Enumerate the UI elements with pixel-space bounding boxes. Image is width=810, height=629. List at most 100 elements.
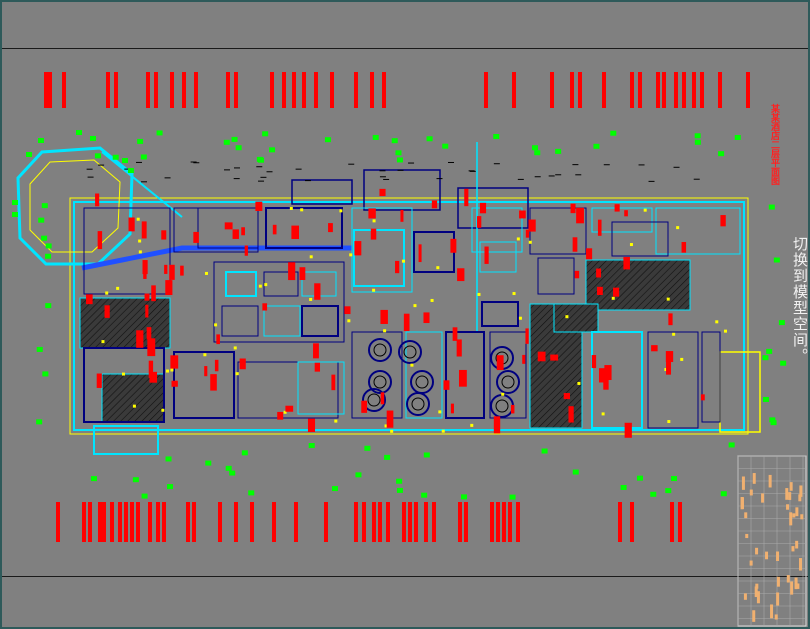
round-table xyxy=(490,394,514,418)
room-label xyxy=(456,339,462,357)
room-label xyxy=(146,327,152,340)
table-cell-text xyxy=(800,514,804,520)
round-table xyxy=(406,392,430,416)
room-label xyxy=(380,309,388,324)
room-label xyxy=(700,394,705,401)
drawing-title: 某某酒店二层平面图 xyxy=(769,104,779,185)
room-label xyxy=(452,327,458,341)
column-mark xyxy=(667,420,671,424)
room xyxy=(263,305,301,337)
dim-marker xyxy=(308,443,315,449)
dim-marker xyxy=(89,135,96,141)
room-tag-bottom xyxy=(432,502,436,542)
column-mark xyxy=(121,372,125,376)
room-tag-bottom xyxy=(670,502,674,542)
room-label xyxy=(344,306,351,315)
column-mark xyxy=(170,368,174,372)
room-tag-top xyxy=(154,72,158,108)
cad-floor-plan[interactable] xyxy=(2,2,808,627)
table-cell-text xyxy=(791,546,795,552)
dim-marker xyxy=(720,491,727,497)
dim-marker xyxy=(671,476,678,482)
round-table xyxy=(410,370,434,394)
dim-marker xyxy=(137,138,144,144)
room-tag-bottom xyxy=(82,502,86,542)
column-mark xyxy=(300,208,304,212)
room-tag-bottom xyxy=(414,502,418,542)
table-cell-text xyxy=(789,482,793,491)
rooms-layer xyxy=(83,207,741,429)
dim-marker xyxy=(165,456,172,462)
column-mark xyxy=(235,372,239,376)
room-label xyxy=(568,406,574,423)
dim-marker xyxy=(396,157,403,163)
room-tag-bottom xyxy=(124,502,128,542)
room xyxy=(301,305,339,337)
column-mark xyxy=(470,423,474,427)
room xyxy=(221,305,259,337)
room-tag-top xyxy=(194,72,198,108)
room-label xyxy=(144,293,150,301)
column-mark xyxy=(672,332,676,336)
room-label xyxy=(149,371,158,383)
model-space-hint[interactable]: 切换到模型空间。 xyxy=(790,236,810,364)
dim-marker xyxy=(112,154,119,160)
dim-marker xyxy=(665,488,672,494)
column-mark xyxy=(136,217,140,221)
room-label xyxy=(370,228,377,240)
room-label xyxy=(272,224,277,235)
room-label xyxy=(614,204,620,212)
dim-marker-side xyxy=(773,257,780,263)
dim-marker-tower xyxy=(26,152,32,157)
room-label xyxy=(586,248,593,260)
room-label xyxy=(403,313,410,332)
dim-marker-side xyxy=(45,253,52,259)
table-cell-text xyxy=(786,504,790,510)
room xyxy=(173,351,235,419)
table-cell-text xyxy=(770,604,774,619)
column-mark xyxy=(264,283,268,287)
room xyxy=(701,331,721,423)
column-mark xyxy=(477,292,481,296)
room-label xyxy=(550,354,559,361)
room-label xyxy=(143,271,147,279)
dim-marker xyxy=(132,477,139,483)
column-mark xyxy=(116,286,120,290)
right-annex xyxy=(719,351,761,433)
room-label xyxy=(241,227,245,236)
room-label xyxy=(496,355,504,371)
column-mark xyxy=(204,271,208,275)
room-label xyxy=(361,400,368,413)
room-label xyxy=(574,270,580,279)
hatch-fill xyxy=(585,259,691,311)
dim-marker-side xyxy=(766,348,773,354)
room-label xyxy=(141,221,147,239)
room-tag-top xyxy=(314,72,318,108)
room-label xyxy=(86,294,93,305)
dim-marker xyxy=(442,143,449,149)
table-cell-text xyxy=(776,576,780,587)
room-tag-bottom xyxy=(218,502,222,542)
room-label xyxy=(255,201,263,211)
dim-marker-tower xyxy=(122,158,128,163)
room-label xyxy=(596,286,603,296)
dim-marker xyxy=(331,486,338,492)
room-label xyxy=(288,262,296,281)
column-mark xyxy=(680,357,684,361)
dim-marker xyxy=(396,478,403,484)
room-tag-top xyxy=(638,72,642,108)
room-label xyxy=(431,200,438,209)
room-label xyxy=(443,380,450,390)
room-tag-top xyxy=(630,72,634,108)
column-mark xyxy=(372,219,376,223)
viewport[interactable] xyxy=(2,2,808,627)
dim-marker xyxy=(493,133,500,139)
room-tag-top xyxy=(700,72,704,108)
room-label xyxy=(591,355,597,369)
room-label xyxy=(299,267,306,281)
room-label xyxy=(395,260,400,274)
room-tag-bottom xyxy=(490,502,494,542)
room-tag-bottom xyxy=(192,502,196,542)
table-cell-text xyxy=(765,551,769,560)
room-tag-top xyxy=(370,72,374,108)
